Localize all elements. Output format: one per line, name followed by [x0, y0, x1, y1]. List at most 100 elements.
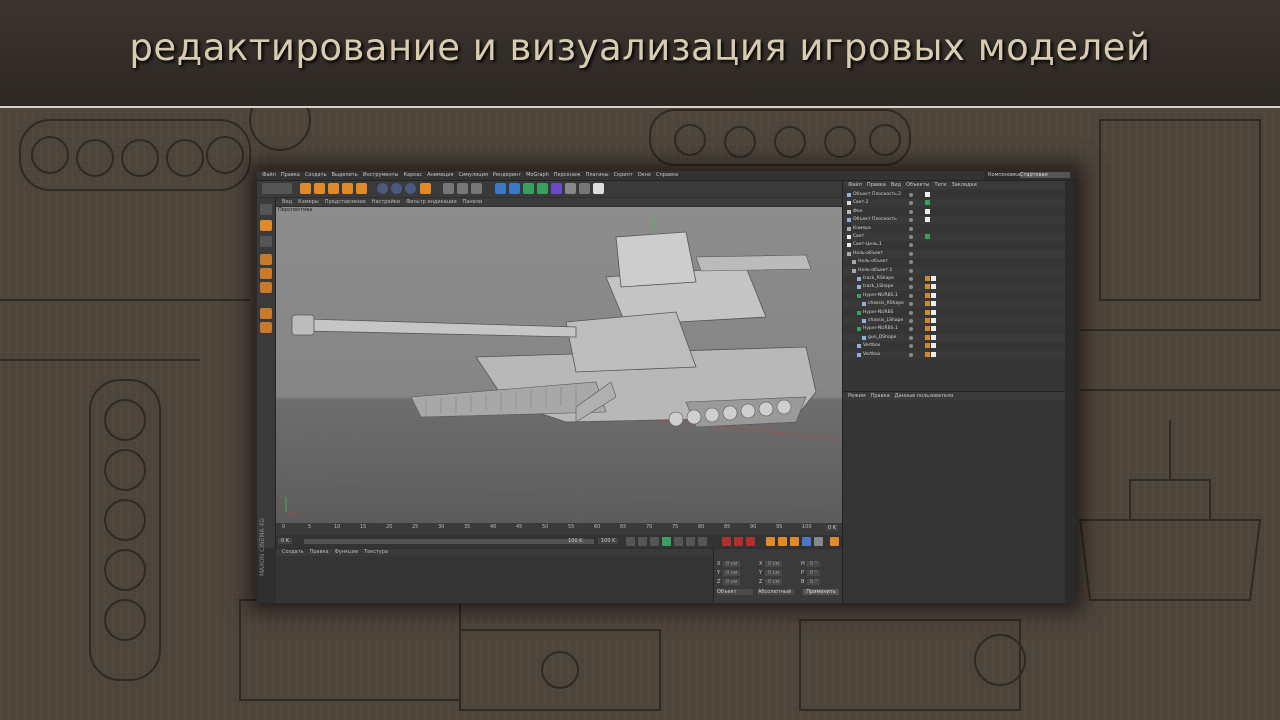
points-mode-icon[interactable]	[260, 254, 272, 265]
viewport-menu-item[interactable]: Камеры	[298, 198, 319, 206]
menu-item[interactable]: Справка	[656, 171, 678, 180]
object-mode-icon[interactable]	[260, 220, 272, 231]
end-frame-field[interactable]: 100 K	[568, 538, 582, 544]
menu-item[interactable]: Персонаж	[554, 171, 581, 180]
scale-key-icon[interactable]	[778, 537, 787, 546]
am-menu-item[interactable]: Данные пользователя	[895, 392, 954, 400]
edges-mode-icon[interactable]	[260, 268, 272, 279]
object-row[interactable]: Камера	[843, 224, 1066, 233]
camera-icon[interactable]	[579, 183, 590, 194]
goto-start-icon[interactable]	[626, 537, 635, 546]
z-axis-icon[interactable]	[405, 183, 416, 194]
end-frame-field-2[interactable]: 100 K	[598, 538, 619, 544]
object-row[interactable]: gun_DShape	[843, 333, 1066, 342]
om-menu-item[interactable]: Правка	[867, 181, 886, 189]
menu-item[interactable]: Анимация	[427, 171, 453, 180]
polygons-mode-icon[interactable]	[260, 282, 272, 293]
object-row[interactable]: track_LShape	[843, 283, 1066, 292]
am-menu-item[interactable]: Режим	[848, 392, 866, 400]
coord-value-field[interactable]: 0 см	[723, 570, 741, 576]
object-row[interactable]: Hyper-NURBS.1	[843, 325, 1066, 334]
object-row[interactable]: chassis_RShape	[843, 300, 1066, 309]
visibility-toggle-icon[interactable]	[909, 352, 913, 357]
next-frame-icon[interactable]	[674, 537, 683, 546]
texture-tag-icon[interactable]	[925, 284, 930, 290]
object-row[interactable]: Объект Плоскость	[843, 216, 1066, 225]
coordinate-system-icon[interactable]	[420, 183, 431, 194]
texture-tag-icon[interactable]	[931, 351, 936, 357]
next-key-icon[interactable]	[686, 537, 695, 546]
param-key-icon[interactable]	[802, 537, 811, 546]
texture-tag-icon[interactable]	[931, 343, 936, 349]
menu-item[interactable]: Рендеринг	[493, 171, 521, 180]
texture-tag-icon[interactable]	[931, 318, 936, 323]
om-menu-item[interactable]: Объекты	[906, 181, 930, 189]
om-menu-item[interactable]: Закладки	[952, 181, 977, 189]
layout-value[interactable]: Стартовая	[1020, 172, 1070, 178]
menu-item[interactable]: Файл	[262, 171, 276, 180]
texture-tag-icon[interactable]	[931, 309, 936, 315]
coord-space-select[interactable]: Абсолютный	[758, 589, 794, 595]
menu-item[interactable]: Создать	[305, 171, 327, 180]
menu-item[interactable]: Правка	[281, 171, 300, 180]
visibility-toggle-icon[interactable]	[909, 251, 913, 256]
y-axis-icon[interactable]	[391, 183, 402, 194]
render-view-icon[interactable]	[443, 183, 454, 194]
scene-icon[interactable]	[565, 183, 576, 194]
cube-icon[interactable]	[495, 183, 506, 194]
array-icon[interactable]	[537, 183, 548, 194]
visibility-toggle-icon[interactable]	[909, 310, 913, 315]
visibility-toggle-icon[interactable]	[909, 285, 913, 290]
current-frame-field[interactable]: 0 K	[825, 525, 838, 531]
goto-end-icon[interactable]	[698, 537, 707, 546]
layout-selector[interactable]: Компоновка: Стартовая	[984, 171, 1075, 180]
timeline-menu-icon[interactable]	[830, 537, 839, 546]
model-mode-icon[interactable]	[260, 204, 272, 215]
perspective-viewport[interactable]: Перспектива	[276, 207, 842, 523]
menu-item[interactable]: MoGraph	[526, 171, 549, 180]
object-row[interactable]: Фон	[843, 207, 1066, 216]
texture-tag-icon[interactable]	[925, 309, 930, 315]
object-row[interactable]: Ноль-объект.1	[843, 266, 1066, 275]
object-row[interactable]: Объект Плоскость.2	[843, 191, 1066, 199]
visibility-toggle-icon[interactable]	[909, 319, 913, 323]
menu-item[interactable]: Окно	[638, 171, 651, 180]
texture-tag-icon[interactable]	[925, 326, 930, 332]
visibility-toggle-icon[interactable]	[909, 218, 913, 223]
coord-value-field[interactable]: 0 см	[765, 570, 783, 576]
visibility-toggle-icon[interactable]	[909, 260, 913, 265]
target-tag-icon[interactable]	[925, 234, 930, 239]
record-icon[interactable]	[722, 537, 731, 546]
texture-tag-icon[interactable]	[931, 284, 936, 290]
material-menu-item[interactable]: Создать	[282, 549, 304, 556]
material-tag-icon[interactable]	[925, 208, 930, 214]
spline-icon[interactable]	[509, 183, 520, 194]
viewport-menu-item[interactable]: Представление	[325, 198, 366, 206]
deformer-icon[interactable]	[551, 183, 562, 194]
render-settings-icon[interactable]	[471, 183, 482, 194]
om-menu-item[interactable]: Файл	[848, 181, 862, 189]
visibility-toggle-icon[interactable]	[909, 327, 913, 332]
material-tag-icon[interactable]	[925, 192, 930, 197]
texture-tag-icon[interactable]	[931, 334, 936, 340]
texture-mode-icon[interactable]	[260, 236, 272, 247]
coord-value-field[interactable]: 0 см	[723, 579, 741, 585]
object-row[interactable]: Vertbox	[843, 342, 1066, 351]
menu-item[interactable]: Плагины	[585, 171, 608, 180]
material-tag-icon[interactable]	[925, 217, 930, 223]
texture-tag-icon[interactable]	[925, 318, 930, 323]
workplane-icon[interactable]	[260, 322, 272, 333]
undo-icon[interactable]	[262, 183, 292, 194]
om-menu-item[interactable]: Вид	[891, 181, 901, 189]
object-row[interactable]: Свет.2	[843, 199, 1066, 208]
visibility-toggle-icon[interactable]	[909, 302, 913, 307]
am-menu-item[interactable]: Правка	[871, 392, 890, 400]
viewport-menu-item[interactable]: Вид	[282, 198, 292, 206]
timeline-ruler[interactable]: 0 5 10 15 20 25 30 35 40 45 50 55 60 65 70 75 80 85 90 95 10…	[276, 523, 842, 535]
visibility-toggle-icon[interactable]	[909, 293, 913, 298]
menu-item[interactable]: Каркас	[403, 171, 422, 180]
visibility-toggle-icon[interactable]	[909, 226, 913, 231]
move-tool-icon[interactable]	[314, 183, 325, 194]
object-row[interactable]: chassis_LShape	[843, 317, 1066, 325]
start-frame-field[interactable]: 0 K	[278, 538, 293, 544]
